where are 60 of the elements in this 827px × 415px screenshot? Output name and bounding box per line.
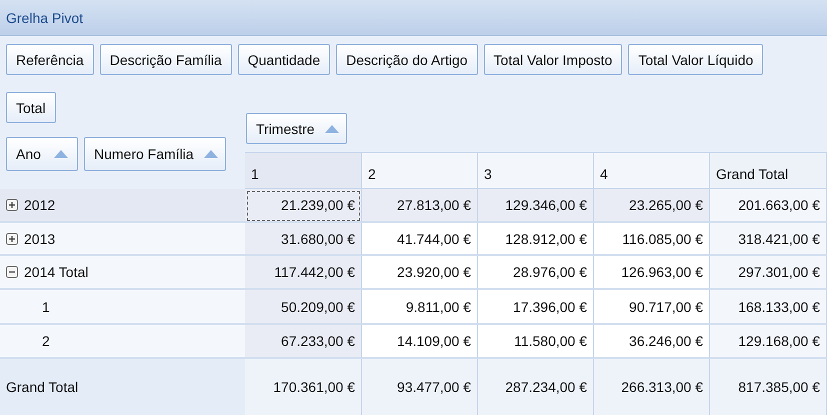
row-header[interactable]: 2 [0, 325, 245, 359]
row-header[interactable]: 2012 [0, 189, 245, 223]
expand-icon[interactable] [6, 199, 18, 211]
collapse-icon[interactable] [6, 266, 18, 278]
field-button[interactable]: Descrição Família [100, 44, 232, 75]
table-cell: 14.109,00 € [362, 325, 478, 359]
table-cell: 817.385,00 € [710, 359, 827, 415]
row-label: 2013 [24, 230, 56, 246]
table-cell: 168.133,00 € [710, 290, 827, 325]
column-header[interactable]: Grand Total [710, 152, 827, 189]
table-cell: 297.301,00 € [710, 256, 827, 290]
table-cell: 201.663,00 € [710, 189, 827, 223]
column-header[interactable]: 1 [245, 152, 362, 189]
table-cell: 23.265,00 € [594, 189, 710, 223]
row-label: 2012 [24, 197, 56, 213]
table-cell: 9.811,00 € [362, 290, 478, 325]
table-cell: 129.168,00 € [710, 325, 827, 359]
table-cell: 50.209,00 € [245, 290, 362, 325]
row-label: 2 [42, 333, 50, 349]
field-button[interactable]: Quantidade [238, 44, 330, 75]
field-button[interactable]: Ano [6, 137, 78, 171]
field-button[interactable]: Total Valor Imposto [484, 44, 622, 75]
table-cell: 129.346,00 € [478, 189, 594, 223]
table-cell: 23.920,00 € [362, 256, 478, 290]
table-cell: 36.246,00 € [594, 325, 710, 359]
table-cell: 170.361,00 € [245, 359, 362, 415]
table-cell: 27.813,00 € [362, 189, 478, 223]
window-title: Grelha Pivot [6, 10, 84, 26]
field-button[interactable]: Trimestre [246, 113, 347, 144]
table-cell: 11.580,00 € [478, 325, 594, 359]
field-button[interactable]: Total [6, 92, 56, 123]
table-cell: 93.477,00 € [362, 359, 478, 415]
table-cell: 31.680,00 € [245, 223, 362, 256]
table-cell: 90.717,00 € [594, 290, 710, 325]
column-header[interactable]: 4 [594, 152, 710, 189]
row-header[interactable]: 2013 [0, 223, 245, 256]
table-cell: 126.963,00 € [594, 256, 710, 290]
row-label: 2014 Total [24, 264, 88, 280]
row-label: 1 [42, 298, 50, 314]
table-cell: 117.442,00 € [245, 256, 362, 290]
table-cell: 41.744,00 € [362, 223, 478, 256]
table-cell: 287.234,00 € [478, 359, 594, 415]
table-cell: 266.313,00 € [594, 359, 710, 415]
row-header: Grand Total [0, 359, 245, 415]
column-header[interactable]: 2 [362, 152, 478, 189]
field-button[interactable]: Referência [6, 44, 94, 75]
field-button[interactable]: Total Valor Líquido [628, 44, 764, 75]
table-cell: 116.085,00 € [594, 223, 710, 256]
table-cell: 128.912,00 € [478, 223, 594, 256]
table-cell: 318.421,00 € [710, 223, 827, 256]
table-cell: 28.976,00 € [478, 256, 594, 290]
field-button[interactable]: Numero Família [84, 137, 226, 171]
table-cell: 17.396,00 € [478, 290, 594, 325]
row-header[interactable]: 1 [0, 290, 245, 325]
table-cell: 67.233,00 € [245, 325, 362, 359]
row-header[interactable]: 2014 Total [0, 256, 245, 290]
column-header[interactable]: 3 [478, 152, 594, 189]
field-button[interactable]: Descrição do Artigo [336, 44, 478, 75]
expand-icon[interactable] [6, 232, 18, 244]
table-cell: 21.239,00 € [245, 189, 362, 223]
